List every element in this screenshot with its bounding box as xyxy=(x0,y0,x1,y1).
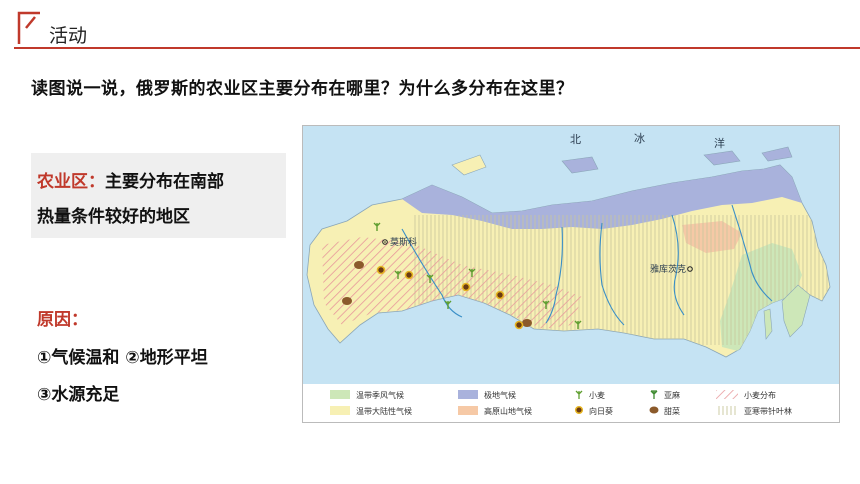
reasons-title: 原因： xyxy=(37,310,88,330)
answer-box: 农业区：主要分布在南部 热量条件较好的地区 xyxy=(31,153,286,238)
beet-icon xyxy=(342,297,352,305)
reason-line-1: ①气候温和 ②地形平坦 xyxy=(37,348,208,368)
sunflower-icon xyxy=(376,265,386,275)
beet-icon xyxy=(522,319,532,327)
sunflower-icon xyxy=(495,290,505,300)
legend-swatch-monsoon xyxy=(330,390,350,399)
answer-line-2: 热量条件较好的地区 xyxy=(37,207,190,227)
beet-icon xyxy=(354,261,364,269)
header-corner-icon xyxy=(17,11,40,44)
legend-swatch-highland xyxy=(458,406,478,415)
header-divider xyxy=(14,47,860,49)
legend-beet-icon xyxy=(649,406,659,414)
russia-agriculture-map: 北 冰 洋 莫斯科 雅库茨克 温带季风气候 极地气候 小麦 亚麻 小麦分布 温带… xyxy=(302,125,840,423)
legend-label-9: 甜菜 xyxy=(664,406,680,416)
sunflower-icon xyxy=(404,270,414,280)
legend-label-8: 向日葵 xyxy=(589,406,613,416)
answer-text-1: 主要分布在南部 xyxy=(105,172,224,192)
legend-label-5: 小麦分布 xyxy=(744,390,776,400)
question-text: 读图说一说，俄罗斯的农业区主要分布在哪里？为什么多分布在这里？ xyxy=(31,79,574,99)
city-yakutsk: 雅库茨克 xyxy=(650,263,686,275)
legend-label-7: 高原山地气候 xyxy=(484,406,532,416)
reason-line-2: ③水源充足 xyxy=(37,385,120,405)
sea-label-3: 洋 xyxy=(714,136,725,150)
sunflower-icon xyxy=(461,282,471,292)
section-title: 活动 xyxy=(49,25,88,47)
legend-swatch-continental xyxy=(330,406,350,415)
legend-sunflower-icon xyxy=(574,405,584,415)
city-moscow: 莫斯科 xyxy=(390,236,417,248)
legend-swatch-polar xyxy=(458,390,478,399)
answer-line-1: 农业区：主要分布在南部 xyxy=(37,167,224,192)
sea-label-1: 北 xyxy=(570,133,581,146)
sea-label-2: 冰 xyxy=(634,132,645,145)
legend-label-3: 小麦 xyxy=(589,390,605,400)
legend-label-1: 温带季风气候 xyxy=(356,390,404,400)
answer-label: 农业区： xyxy=(37,172,105,192)
sunflower-icon xyxy=(514,320,524,330)
legend-label-6: 温带大陆性气候 xyxy=(356,406,412,416)
legend-label-2: 极地气候 xyxy=(484,390,516,400)
legend-hatch-taiga xyxy=(716,406,738,415)
legend-label-10: 亚寒带针叶林 xyxy=(744,406,792,416)
legend-hatch-wheat xyxy=(716,390,738,399)
legend-label-4: 亚麻 xyxy=(664,390,680,400)
